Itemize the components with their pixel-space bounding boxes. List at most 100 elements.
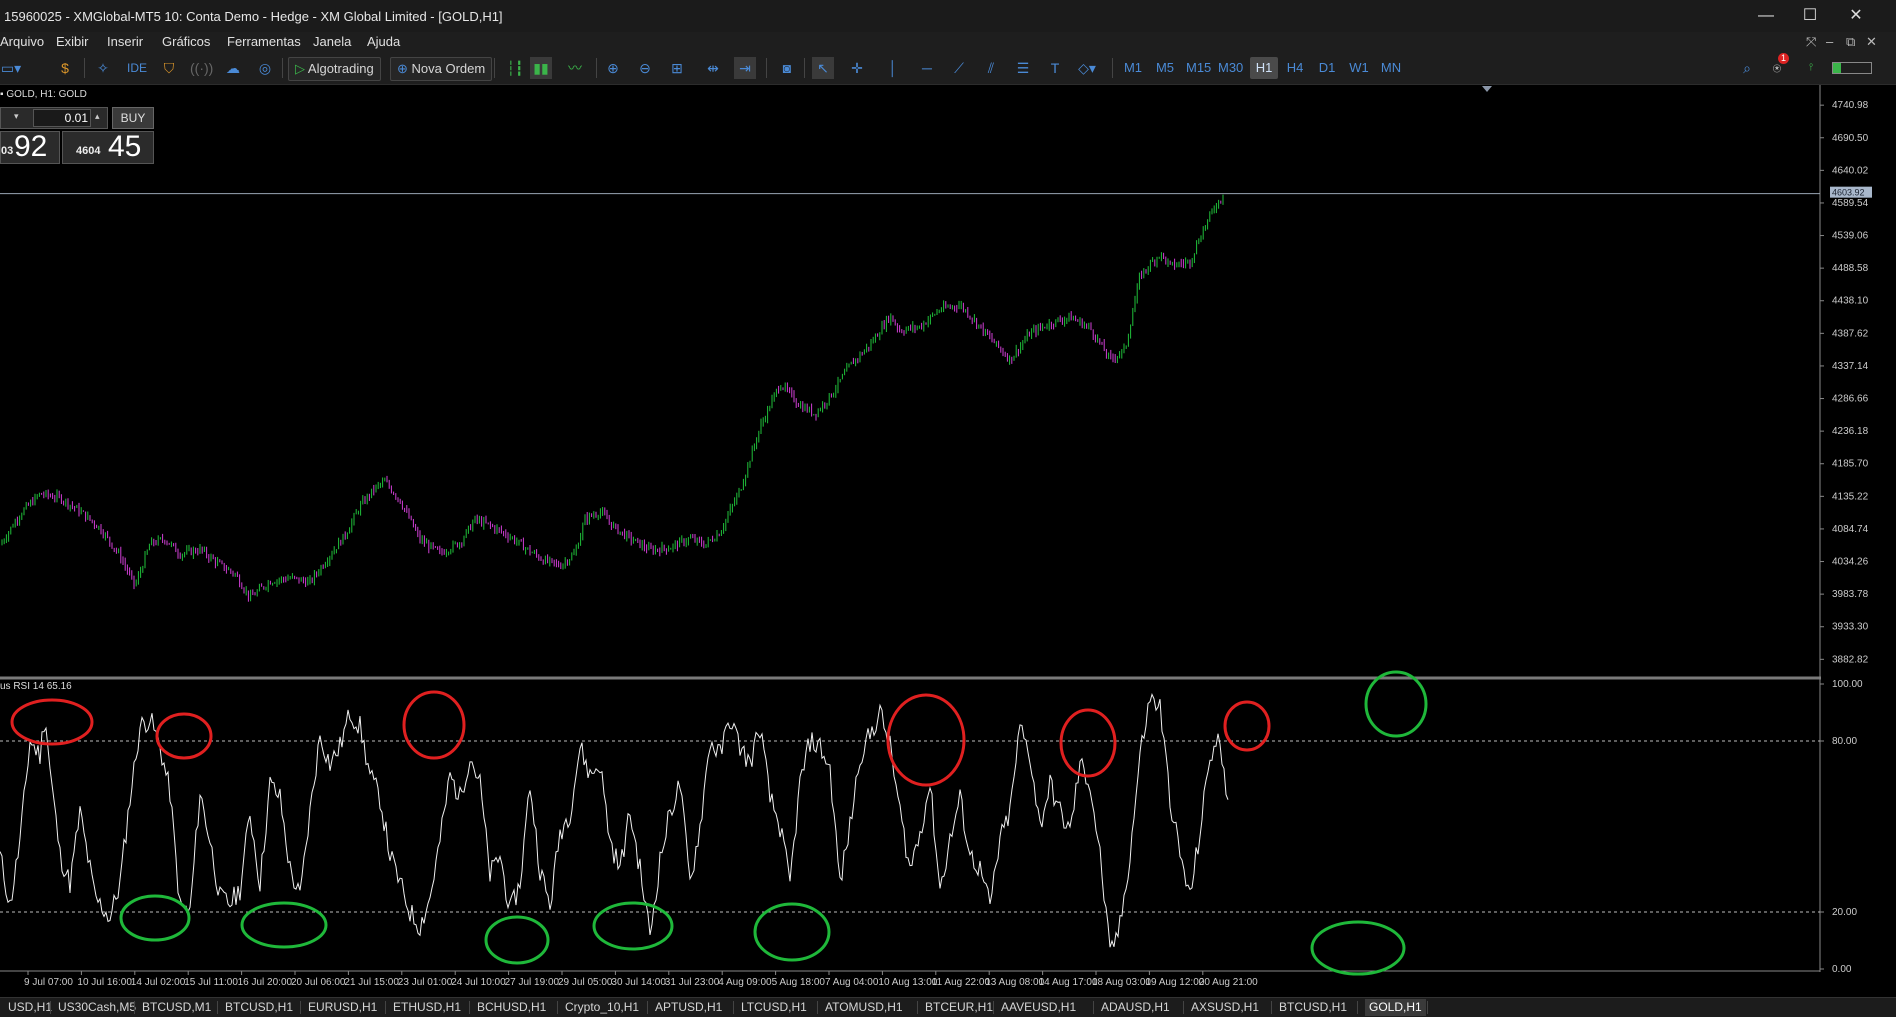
chart-tab[interactable]: Crypto_10,H1 [565,999,639,1016]
timeframe-m1[interactable]: M1 [1122,57,1144,79]
timeframe-m15[interactable]: M15 [1186,57,1211,79]
cursor-icon[interactable]: ↖ [812,57,834,79]
red-circle-annotation [155,712,213,760]
current-price-value: 4603.92 [1832,188,1865,198]
zoom-in-icon[interactable]: ⊕ [602,57,624,79]
crosshair-icon[interactable]: ✛ [846,57,868,79]
cloud-icon[interactable]: ☁ [222,57,244,79]
chart-tab[interactable]: ETHUSD,H1 [393,999,461,1016]
chart-tab[interactable]: AXSUSD,H1 [1191,999,1259,1016]
tab-separator [1357,1001,1358,1014]
sell-price-box[interactable]: 03 92 [0,130,60,164]
window-title: 15960025 - XMGlobal-MT5 10: Conta Demo -… [4,9,503,24]
sell-price-small: 03 [1,145,14,157]
child-restore-button[interactable]: ⧉ [1846,34,1855,50]
toolbar-separator [84,58,85,78]
time-axis-label: 21 Jul 15:00 [344,977,399,988]
undock-icon[interactable]: ⤧ [1806,34,1816,50]
bar-chart-icon[interactable]: ┆┇ [504,57,526,79]
lot-increase-button[interactable]: ▴ [95,111,100,122]
connection-icon[interactable]: ⫯ [1800,57,1822,79]
price-axis-label: 4488.58 [1832,263,1869,274]
close-button[interactable]: ✕ [1838,6,1874,26]
fibonacci-icon[interactable]: ☰ [1012,57,1034,79]
vertical-line-icon[interactable]: │ [882,57,904,79]
chart-tab[interactable]: ATOMUSD,H1 [825,999,903,1016]
shop-bag-icon[interactable]: ⛉ [158,57,180,79]
chart-tab[interactable]: EURUSD,H1 [308,999,377,1016]
chart-tab[interactable]: USD,H1 [8,999,52,1016]
chart-shift-icon[interactable]: ⇥ [734,57,756,79]
menu-ajuda[interactable]: Ajuda [367,34,400,49]
horizontal-line-icon[interactable]: ─ [916,57,938,79]
timeframe-m30[interactable]: M30 [1218,57,1243,79]
green-circle-annotation [592,901,674,951]
channel-icon[interactable]: ⫽ [980,57,1002,79]
grid-icon[interactable]: ⊞ [666,57,688,79]
buy-price-box[interactable]: 4604 45 [62,130,154,164]
menu-inserir[interactable]: Inserir [107,34,143,49]
chart-tab[interactable]: US30Cash,M5 [58,999,136,1016]
market-icon[interactable]: $ [54,57,76,79]
menu-exibir[interactable]: Exibir [56,34,89,49]
candlestick-icon[interactable]: ▮▮ [530,57,552,79]
rsi-axis-label: 20.00 [1832,907,1857,918]
zoom-out-icon[interactable]: ⊖ [634,57,656,79]
chart-tab[interactable]: LTCUSD,H1 [741,999,807,1016]
line-chart-icon[interactable]: 〰 [564,57,586,79]
timeframe-w1[interactable]: W1 [1348,57,1370,79]
profiles-icon[interactable]: ▭▾ [0,57,22,79]
trend-line-icon[interactable]: ⟋ [948,57,970,79]
menu-ferramentas[interactable]: Ferramentas [227,34,301,49]
chart-tab[interactable]: BTCUSD,H1 [225,999,293,1016]
lot-decrease-button[interactable]: ▾ [14,111,19,122]
timeframe-h4[interactable]: H4 [1284,57,1306,79]
maximize-button[interactable]: ☐ [1792,6,1828,26]
text-tool-icon[interactable]: T [1044,57,1066,79]
ide-button[interactable]: IDE [126,57,148,79]
child-close-button[interactable]: ✕ [1866,34,1877,50]
menu-arquivo[interactable]: Arquivo [0,34,44,49]
chart-canvas[interactable]: 4740.98 4690.50 4640.02 4589.54 4539.06 4488.… [0,85,1896,1000]
wizard-icon[interactable]: ✧ [92,57,114,79]
chart-header-text: GOLD, H1: GOLD [6,89,87,100]
notifications-icon[interactable]: ⍟ 1 [1766,53,1789,79]
child-minimize-button[interactable]: – [1826,34,1833,49]
timeframe-m5[interactable]: M5 [1154,57,1176,79]
time-axis-label: 13 Aug 08:00 [985,977,1044,988]
signal-icon[interactable]: ((·)) [190,57,213,79]
chart-window[interactable]: 4740.98 4690.50 4640.02 4589.54 4539.06 4488.… [0,85,1896,1000]
menu-janela[interactable]: Janela [313,34,351,49]
timeframe-d1[interactable]: D1 [1316,57,1338,79]
chart-tab[interactable]: BTCUSD,H1 [1279,999,1347,1016]
chart-tabs: USD,H1 US30Cash,M5 BTCUSD,M1 BTCUSD,H1 EURUS… [0,997,1896,1017]
time-axis-label: 30 Jul 14:00 [611,977,666,988]
red-circle-annotation [886,693,966,787]
time-axis-label: 10 Aug 13:00 [878,977,937,988]
menu-bar: Arquivo Exibir Inserir Gráficos Ferramen… [0,32,1896,52]
chart-tab[interactable]: BTCUSD,M1 [142,999,211,1016]
screenshot-icon[interactable]: ◙ [776,57,798,79]
price-axis-label: 4539.06 [1832,231,1869,242]
minimize-button[interactable]: — [1748,6,1784,26]
vps-icon[interactable]: ◎ [254,57,276,79]
notification-badge: 1 [1778,53,1789,64]
algotrading-button[interactable]: ▷ Algotrading [288,57,381,81]
menu-graficos[interactable]: Gráficos [162,34,210,49]
chart-tab[interactable]: APTUSD,H1 [655,999,722,1016]
timeframe-h1[interactable]: H1 [1250,57,1278,79]
search-icon[interactable]: ⌕ [1736,57,1758,79]
chart-tab[interactable]: ADAUSD,H1 [1101,999,1170,1016]
chart-tab[interactable]: BCHUSD,H1 [477,999,546,1016]
timeframe-mn[interactable]: MN [1380,57,1402,79]
chart-tab[interactable]: AAVEUSD,H1 [1001,999,1076,1016]
new-order-button[interactable]: ⊕ Nova Ordem [390,57,493,81]
time-axis-label: 14 Jul 02:00 [131,977,186,988]
chart-tab[interactable]: BTCEUR,H1 [925,999,993,1016]
chart-tab[interactable]: GOLD,H1 [1365,999,1426,1016]
lot-input[interactable]: 0.01 [33,109,91,127]
buy-button[interactable]: BUY [112,107,154,129]
shapes-icon[interactable]: ◇▾ [1076,57,1098,79]
autoscroll-icon[interactable]: ⇹ [702,57,724,79]
time-axis-label: 24 Jul 10:00 [451,977,506,988]
